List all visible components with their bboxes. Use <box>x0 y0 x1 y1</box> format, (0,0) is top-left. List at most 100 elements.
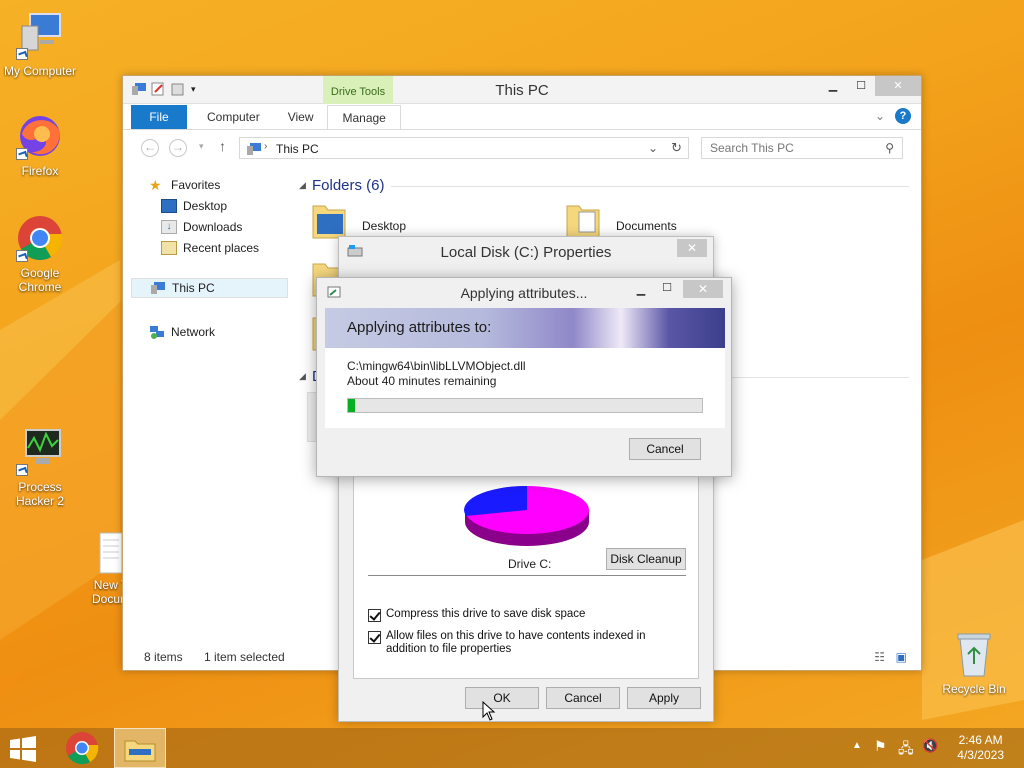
explorer-titlebar[interactable]: ▾ Drive Tools This PC ▁ ☐ ✕ <box>123 76 921 104</box>
documents-folder-icon[interactable] <box>565 200 601 239</box>
start-button[interactable] <box>8 728 42 768</box>
details-view-icon[interactable]: ☷ <box>874 650 885 664</box>
tab-view[interactable]: View <box>274 105 328 129</box>
close-button[interactable]: ✕ <box>677 239 707 257</box>
recent-locations-icon[interactable]: ▾ <box>199 141 204 152</box>
nav-desktop[interactable]: Desktop <box>161 199 227 213</box>
action-center-flag-icon[interactable]: ⚑ <box>874 738 887 755</box>
disk-cleanup-button[interactable]: Disk Cleanup <box>606 548 686 570</box>
taskbar-file-explorer[interactable] <box>114 728 166 768</box>
selection-count: 1 item selected <box>204 650 285 664</box>
collapse-group-icon[interactable]: ◢ <box>299 371 306 382</box>
windows-logo-icon <box>10 736 36 762</box>
desktop-icon-recycle-bin[interactable]: Recycle Bin <box>934 630 1014 696</box>
folders-group-header[interactable]: Folders (6) <box>312 177 385 194</box>
close-button[interactable]: ✕ <box>875 76 921 96</box>
network-tray-icon[interactable]: 🖧 <box>898 738 914 762</box>
index-checkbox[interactable] <box>368 631 381 644</box>
refresh-icon[interactable]: ↻ <box>671 140 682 156</box>
ribbon-right-controls: ⌄ ? <box>875 108 911 124</box>
applying-body: C:\mingw64\bin\libLLVMObject.dll About 4… <box>325 348 725 428</box>
chrome-icon <box>66 732 99 765</box>
compress-label: Compress this drive to save disk space <box>386 608 586 620</box>
properties-title: Local Disk (C:) Properties <box>440 244 612 261</box>
nav-downloads[interactable]: ↓ Downloads <box>161 220 242 234</box>
maximize-button[interactable]: ☐ <box>653 278 681 298</box>
large-icons-view-icon[interactable]: ▣ <box>896 650 907 664</box>
mouse-cursor <box>482 701 496 721</box>
desktop-icon-label: My Computer <box>3 64 77 78</box>
minimize-button[interactable]: ▁ <box>819 76 847 96</box>
address-bar[interactable]: › This PC ⌄ ↻ <box>239 137 689 159</box>
help-icon[interactable]: ? <box>895 108 911 124</box>
nav-label: Network <box>171 325 216 339</box>
time-remaining: About 40 minutes remaining <box>347 374 497 388</box>
nav-network[interactable]: Network <box>149 325 215 339</box>
recycle-bin-icon <box>950 630 998 678</box>
network-icon <box>149 325 165 339</box>
compress-checkbox[interactable] <box>368 609 381 622</box>
close-button[interactable]: ✕ <box>683 280 723 298</box>
nav-this-pc[interactable]: This PC <box>131 278 288 298</box>
clock[interactable]: 2:46 AM 4/3/2023 <box>957 733 1004 763</box>
up-button[interactable]: ↑ <box>219 138 226 154</box>
properties-titlebar[interactable]: Local Disk (C:) Properties ✕ <box>339 237 713 267</box>
apply-button[interactable]: Apply <box>627 687 701 709</box>
applying-heading: Applying attributes to: <box>347 319 492 336</box>
forward-button[interactable]: → <box>169 139 187 157</box>
address-dropdown-icon[interactable]: ⌄ <box>648 141 658 155</box>
nav-label: Favorites <box>171 178 221 192</box>
search-icon[interactable]: ⚲ <box>885 141 894 155</box>
nav-favorites[interactable]: ★ Favorites <box>149 178 220 192</box>
search-input[interactable] <box>702 138 872 158</box>
window-title: This PC <box>495 82 549 99</box>
nav-recent-places[interactable]: Recent places <box>161 241 259 255</box>
desktop-icon-process-hacker[interactable]: Process Hacker 2 <box>0 428 80 508</box>
nav-label: Downloads <box>183 220 243 234</box>
desktop-icon-chrome[interactable]: Google Chrome <box>0 214 80 294</box>
current-file: C:\mingw64\bin\libLLVMObject.dll <box>347 359 526 373</box>
disk-usage-pie-chart <box>464 485 589 546</box>
desktop-icon-label: Process Hacker 2 <box>15 480 65 508</box>
desktop-icon-firefox[interactable]: Firefox <box>0 112 80 178</box>
breadcrumb[interactable]: This PC <box>276 142 319 156</box>
index-option[interactable]: Allow files on this drive to have conten… <box>368 630 688 656</box>
back-button[interactable]: ← <box>141 139 159 157</box>
taskbar-chrome[interactable] <box>60 728 104 768</box>
ribbon-tabs: File Computer View Manage ⌄ ? <box>123 104 921 130</box>
address-row: ← → ▾ ↑ › This PC ⌄ ↻ ⚲ <box>123 130 921 166</box>
process-hacker-icon <box>16 428 64 476</box>
star-icon: ★ <box>149 177 162 193</box>
applying-titlebar[interactable]: Applying attributes... ▁ ☐ ✕ <box>317 278 731 308</box>
show-hidden-icons[interactable]: ▲ <box>852 740 862 751</box>
expand-ribbon-icon[interactable]: ⌄ <box>875 109 885 123</box>
firefox-icon <box>16 112 64 160</box>
computer-icon <box>16 12 64 60</box>
folder-label-documents[interactable]: Documents <box>616 219 677 233</box>
collapse-group-icon[interactable]: ◢ <box>299 180 306 191</box>
breadcrumb-separator-icon[interactable]: › <box>264 141 267 152</box>
tab-manage[interactable]: Manage <box>327 105 401 129</box>
search-box: ⚲ <box>701 137 903 159</box>
applying-banner: Applying attributes to: <box>325 308 725 348</box>
nav-label: Recent places <box>183 241 260 255</box>
minimize-button[interactable]: ▁ <box>627 280 655 300</box>
chrome-icon <box>16 214 64 262</box>
compress-option[interactable]: Compress this drive to save disk space <box>368 608 688 622</box>
maximize-button[interactable]: ☐ <box>847 76 875 96</box>
ok-button[interactable]: OK <box>465 687 539 709</box>
window-controls: ▁ ☐ ✕ <box>819 76 921 96</box>
recent-places-icon <box>161 241 177 255</box>
cancel-button[interactable]: Cancel <box>629 438 701 460</box>
cancel-button[interactable]: Cancel <box>546 687 620 709</box>
tab-computer[interactable]: Computer <box>193 105 274 129</box>
folder-label-desktop[interactable]: Desktop <box>362 219 406 233</box>
desktop-folder-icon[interactable] <box>311 200 347 239</box>
desktop-icon-my-computer[interactable]: My Computer <box>0 12 80 78</box>
volume-muted-icon[interactable]: 🔇 <box>922 738 938 754</box>
applying-attributes-dialog[interactable]: Applying attributes... ▁ ☐ ✕ Applying at… <box>316 277 732 477</box>
tab-file[interactable]: File <box>131 105 187 129</box>
downloads-icon: ↓ <box>161 220 177 234</box>
nav-label: Desktop <box>183 199 228 213</box>
clock-time: 2:46 AM <box>958 733 1003 747</box>
